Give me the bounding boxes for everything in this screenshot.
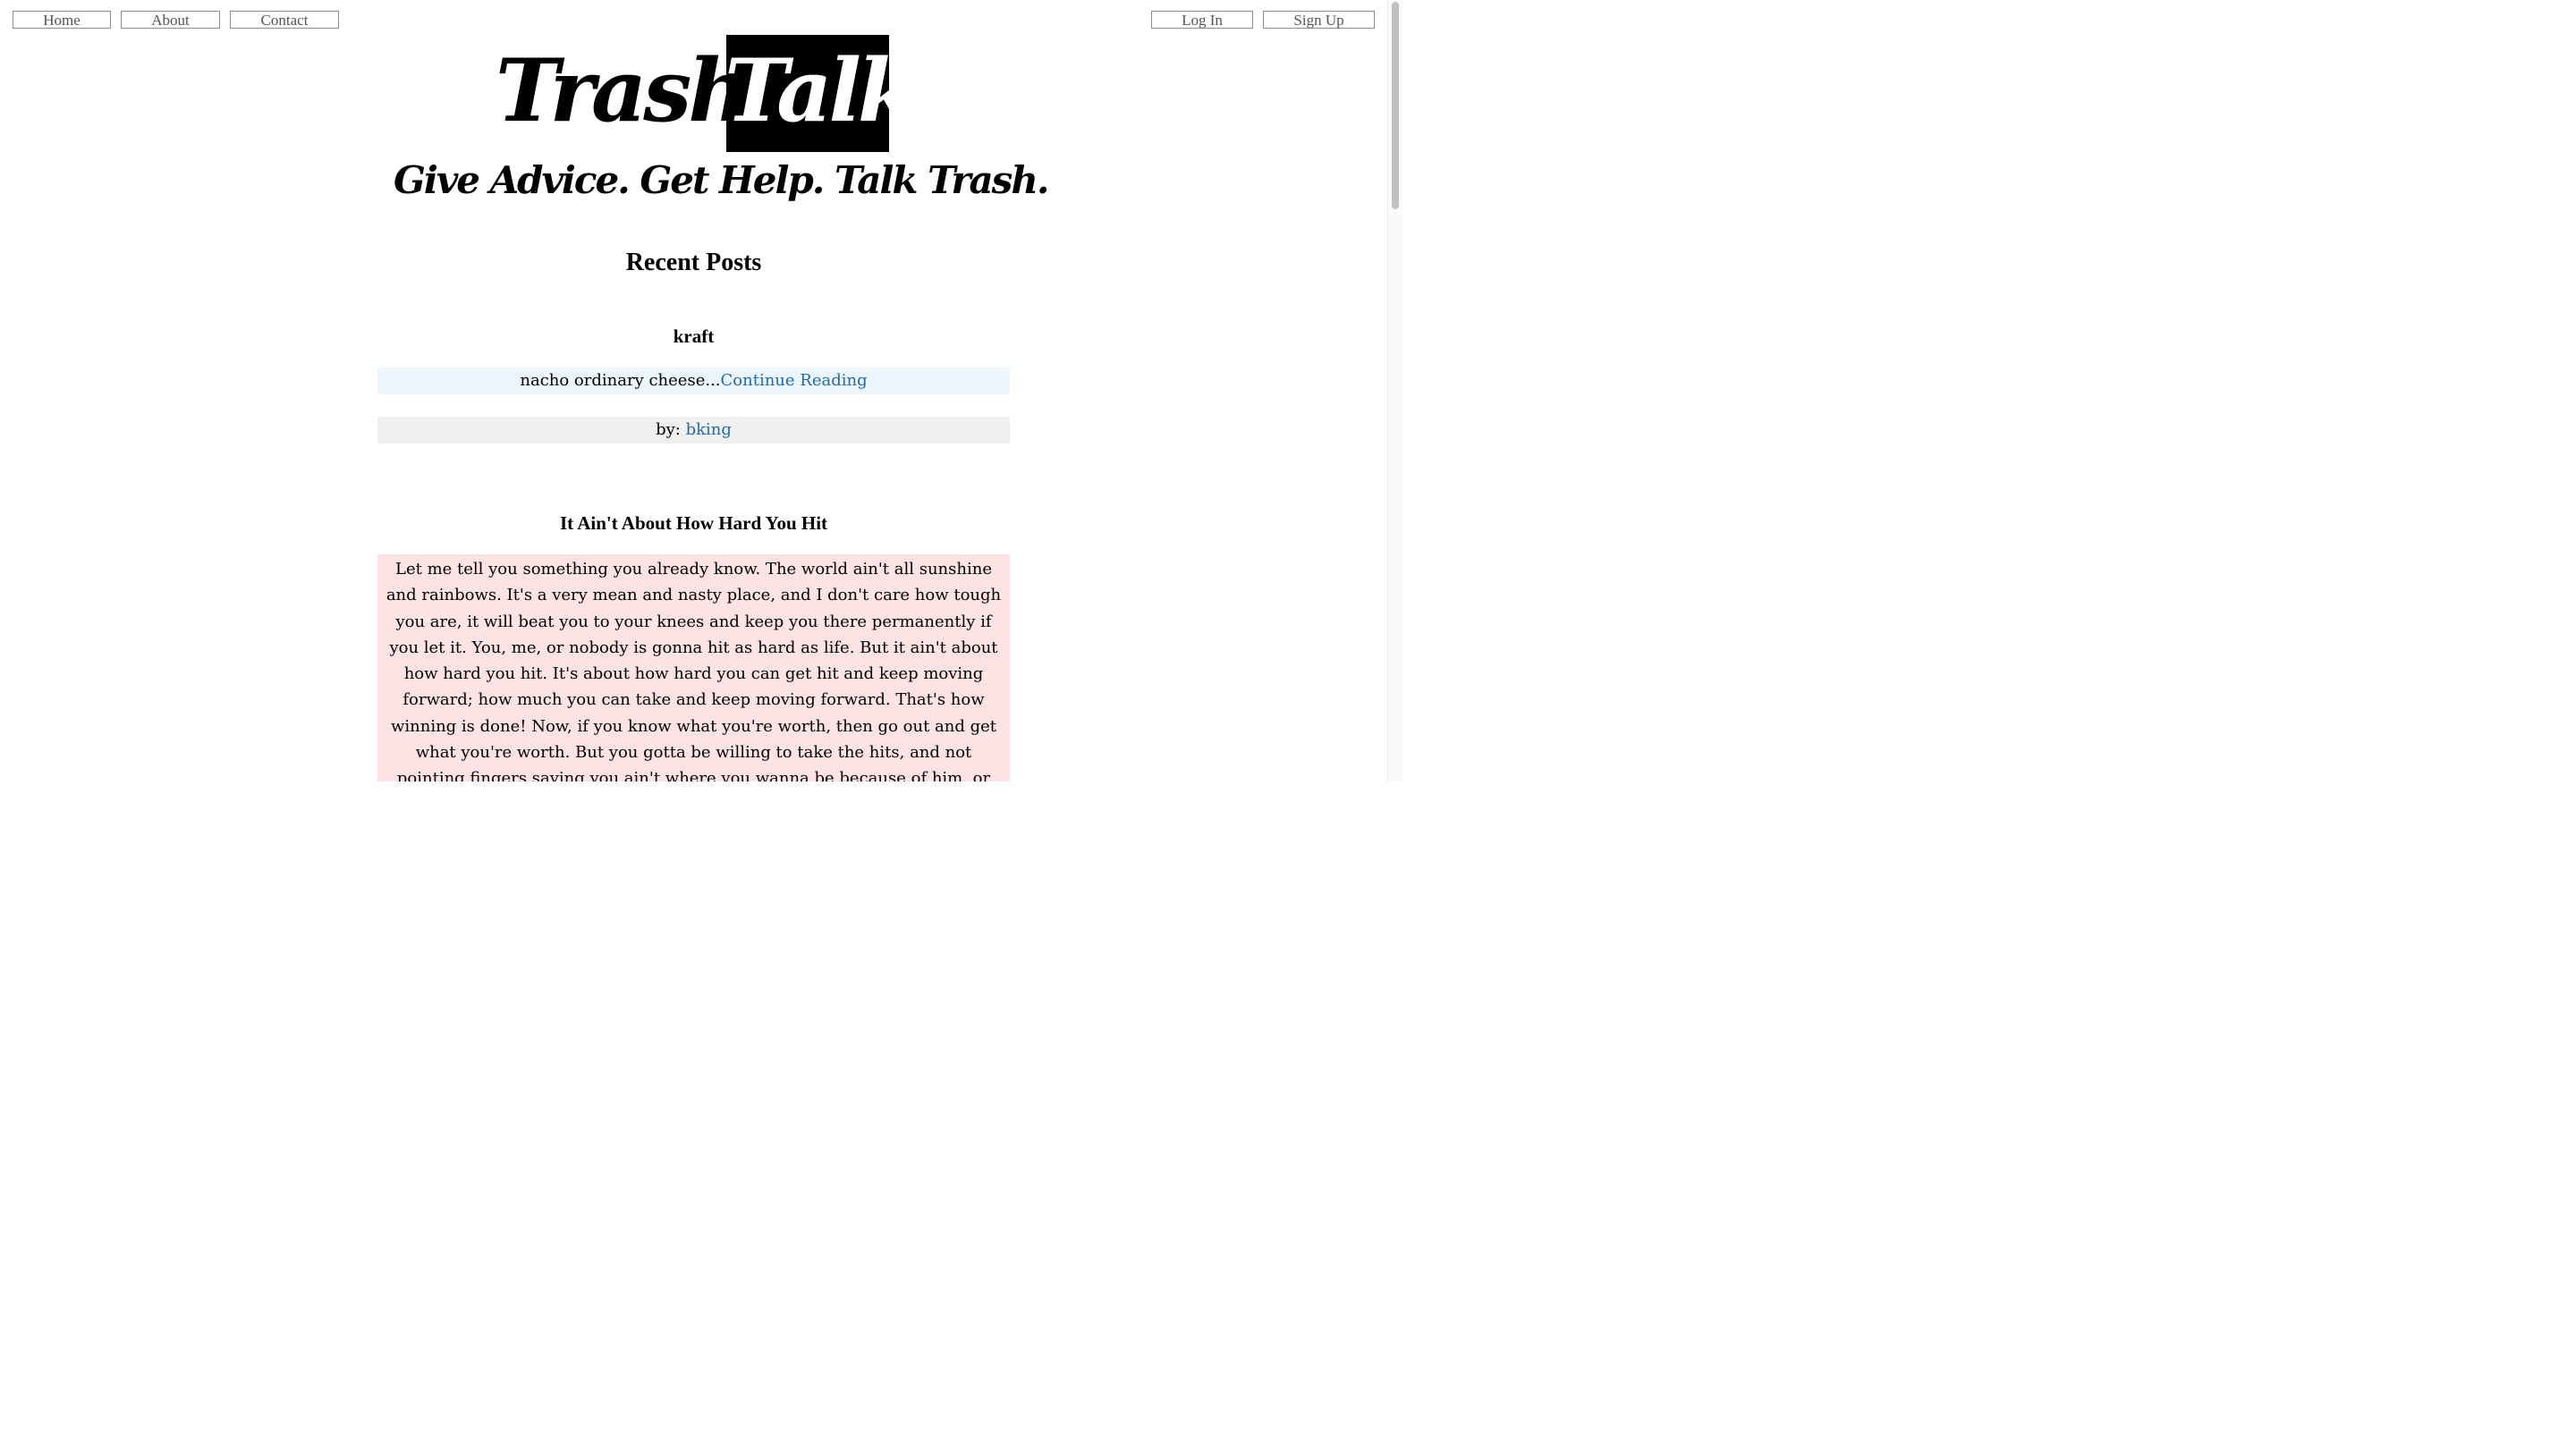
signup-button[interactable]: Sign Up — [1263, 11, 1375, 29]
logo-talk-box: Talk — [726, 35, 889, 152]
nav-home-button[interactable]: Home — [13, 11, 111, 29]
nav-about-button[interactable]: About — [121, 11, 220, 29]
recent-posts-heading: Recent Posts — [625, 249, 762, 276]
author-link[interactable]: bking — [686, 420, 732, 439]
post-excerpt: nacho ordinary cheese...Continue Reading — [377, 367, 1010, 394]
byline-label: by: — [656, 420, 686, 439]
page: Home About Contact Log In Sign Up Trash … — [0, 0, 1402, 781]
login-button[interactable]: Log In — [1151, 11, 1253, 29]
nav-contact-button[interactable]: Contact — [230, 11, 339, 29]
continue-reading-link[interactable]: Continue Reading — [721, 371, 868, 390]
post-title: It Ain't About How Hard You Hit — [559, 512, 828, 534]
post-body: Let me tell you something you already kn… — [377, 554, 1010, 781]
post-byline: by: bking — [377, 417, 1010, 443]
page-scrollbar[interactable] — [1387, 0, 1402, 781]
post-title: kraft — [673, 325, 715, 347]
scrollbar-thumb[interactable] — [1392, 2, 1399, 209]
site-logo: Trash Talk — [496, 35, 889, 152]
site-tagline: Give Advice. Get Help. Talk Trash. — [394, 158, 1049, 202]
logo-word-trash: Trash — [496, 40, 750, 141]
logo-word-talk: Talk — [726, 40, 889, 141]
post-excerpt-text: nacho ordinary cheese... — [520, 371, 721, 390]
